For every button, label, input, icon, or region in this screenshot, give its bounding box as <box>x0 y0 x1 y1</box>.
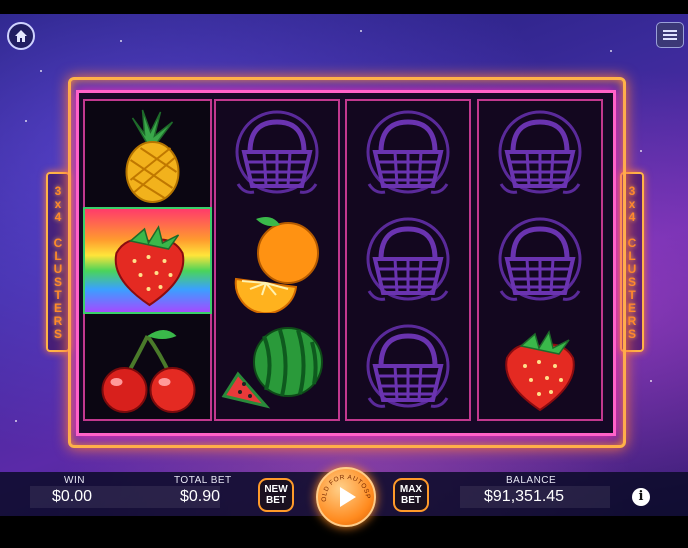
new-bet-label-2: BET <box>266 495 286 506</box>
balance-value: $91,351.45 <box>484 488 565 505</box>
star <box>15 420 17 422</box>
symbol-pineapple <box>83 100 212 207</box>
win-label: WIN <box>64 475 85 486</box>
symbol-basket <box>345 207 471 314</box>
cluster-label-right: 3x4 CLUSTERS <box>625 184 639 340</box>
total-bet-value: $0.90 <box>180 488 221 505</box>
symbol-watermelon <box>214 314 340 421</box>
pineapple-icon <box>125 109 180 203</box>
home-icon <box>15 30 27 42</box>
watermelon-icon <box>221 327 323 409</box>
max-bet-button[interactable]: MAX BET <box>393 478 429 512</box>
star <box>640 150 642 152</box>
strawberry-icon <box>114 225 185 307</box>
basket-icon <box>366 324 450 408</box>
top-black-band <box>0 0 688 14</box>
symbol-cherries <box>83 314 212 421</box>
win-value: $0.00 <box>52 488 93 505</box>
menu-button[interactable] <box>656 22 684 48</box>
basket-icon <box>366 110 450 194</box>
info-button[interactable]: i <box>632 488 650 506</box>
basket-icon <box>498 110 582 194</box>
max-bet-label-1: MAX <box>399 484 423 495</box>
new-bet-button[interactable]: NEW BET <box>258 478 294 512</box>
cluster-label-left: 3x4 CLUSTERS <box>51 184 65 340</box>
star <box>120 40 122 42</box>
total-bet-label: TOTAL BET <box>174 475 232 486</box>
star <box>610 50 612 52</box>
symbol-strawberry <box>83 207 212 314</box>
cluster-plaque-left: 3x4 CLUSTERS <box>46 172 70 352</box>
hold-for-autospin-ring: HOLD FOR AUTOSPIN <box>318 469 371 507</box>
symbol-basket <box>214 100 340 207</box>
new-bet-label-1: NEW <box>264 484 288 495</box>
star <box>650 380 652 382</box>
orange-icon <box>234 217 319 313</box>
basket-icon <box>235 110 319 194</box>
home-button[interactable] <box>7 22 35 50</box>
basket-icon <box>498 217 582 301</box>
symbol-basket <box>345 100 471 207</box>
basket-icon <box>366 217 450 301</box>
spin-button[interactable]: HOLD FOR AUTOSPIN <box>316 467 376 527</box>
symbol-strawberry <box>477 314 603 421</box>
star <box>360 30 362 32</box>
max-bet-label-2: BET <box>400 495 421 506</box>
play-icon <box>340 487 356 507</box>
game-stage: 3x4 CLUSTERS 3x4 CLUSTERS WIN $0.00 TOTA… <box>0 0 688 548</box>
info-icon: i <box>638 489 644 504</box>
symbol-basket <box>477 100 603 207</box>
balance-label: BALANCE <box>506 475 557 486</box>
symbol-basket <box>345 314 471 421</box>
symbol-basket <box>477 207 603 314</box>
star <box>40 70 42 72</box>
star <box>25 120 27 122</box>
symbol-orange <box>214 207 340 314</box>
strawberry-icon <box>505 330 575 412</box>
cherries-icon <box>101 330 196 413</box>
menu-icon <box>663 30 677 40</box>
